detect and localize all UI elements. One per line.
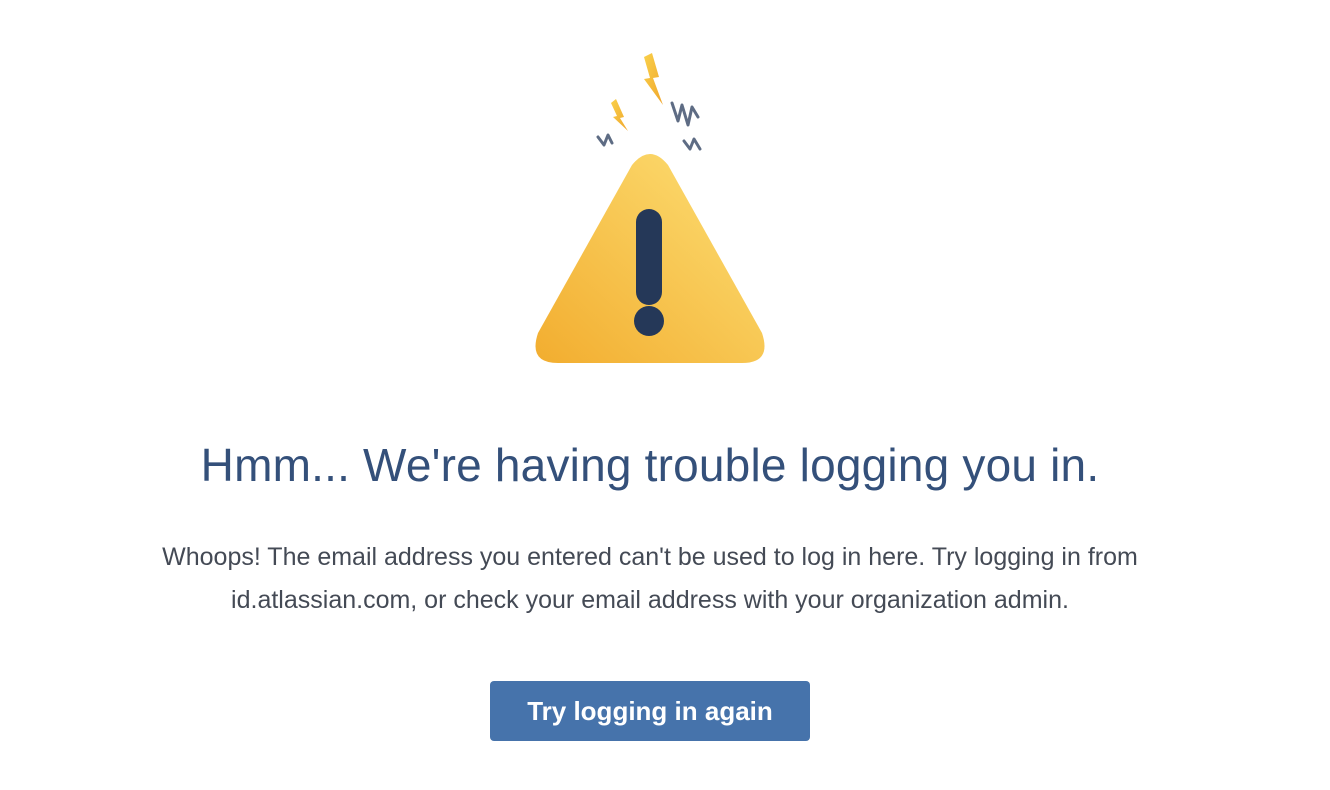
error-heading: Hmm... We're having trouble logging you … [200,439,1100,491]
exclamation-mark-icon [634,209,664,336]
error-message: Whoops! The email address you entered ca… [0,536,1300,622]
error-message-line-1: Whoops! The email address you entered ca… [162,543,1138,571]
spark-lines-icon [596,101,702,151]
error-message-line-2: id.atlassian.com, or check your email ad… [231,586,1069,614]
error-page: Hmm... We're having trouble logging you … [0,0,1330,790]
try-logging-in-again-button[interactable]: Try logging in again [490,681,810,741]
lightning-bolt-icon [611,53,663,131]
warning-triangle-icon [535,53,765,363]
